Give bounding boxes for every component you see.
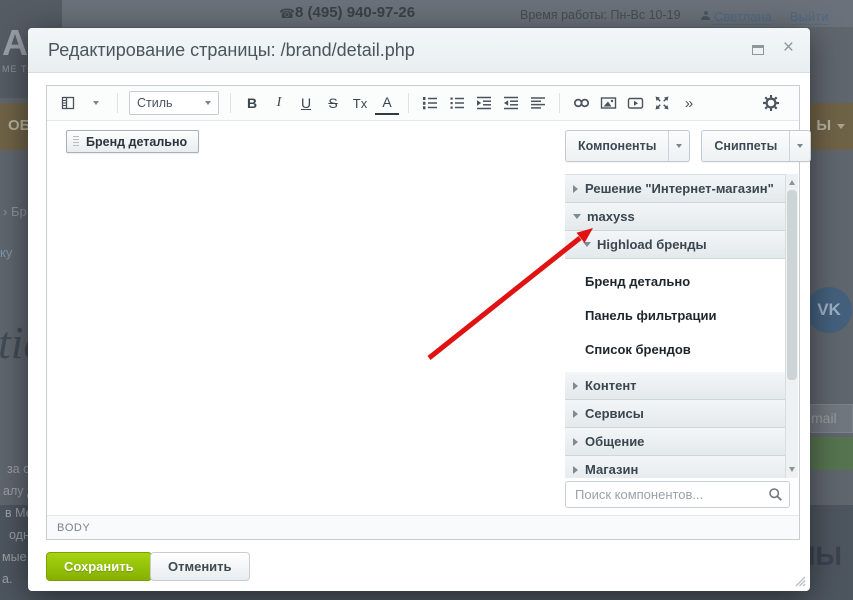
tree-item-brand-list[interactable]: Список брендов — [565, 332, 798, 366]
edit-page-dialog: Редактирование страницы: /brand/detail.p… — [28, 28, 812, 591]
chevron-right-icon — [573, 465, 578, 474]
tree-group-internet-shop[interactable]: Решение "Интернет-магазин" — [565, 175, 798, 203]
tab-snippets[interactable]: Сниппеты — [701, 130, 812, 162]
underline-button[interactable]: U — [294, 91, 318, 115]
chevron-right-icon — [573, 409, 578, 418]
components-panel: Компоненты Сниппеты Решение "Интернет-ма… — [565, 86, 812, 539]
site-work-hours: Время работы: Пн-Вс 10-19 — [520, 8, 681, 22]
scrollbar-thumb[interactable] — [787, 190, 797, 380]
bullet-list-icon[interactable] — [445, 91, 469, 115]
statusbar-body-tab[interactable]: BODY — [57, 522, 90, 534]
site-logout-link: Выйти — [790, 9, 829, 25]
maximize-icon[interactable] — [752, 45, 764, 55]
tree-group-shop[interactable]: Магазин — [565, 456, 798, 478]
chevron-down-icon[interactable] — [668, 131, 689, 161]
cancel-button[interactable]: Отменить — [150, 552, 250, 581]
chevron-down-icon — [573, 214, 581, 219]
site-phone: 8 (495) 940-97-26 — [295, 4, 416, 21]
clear-format-button[interactable]: Tx — [348, 91, 372, 115]
component-chip-label: Бренд детально — [86, 134, 188, 149]
user-icon — [701, 11, 710, 20]
tree-scrollbar[interactable] — [785, 174, 798, 478]
editor-frame: Стиль B I U S Tx A » Бренд детально Комп… — [46, 85, 812, 540]
toolbar-separator — [559, 93, 560, 113]
site-nav-item-right: Ы — [816, 117, 831, 134]
site-user-link: Светлана — [714, 9, 772, 25]
bold-button[interactable]: B — [240, 91, 264, 115]
editor-statusbar: BODY — [47, 515, 799, 539]
site-paragraph-line: а. — [2, 572, 13, 586]
phone-icon: ☎ — [279, 6, 296, 21]
chevron-right-icon — [573, 437, 578, 446]
tree-group-highload-brands[interactable]: Highload бренды — [565, 231, 798, 259]
strikethrough-button[interactable]: S — [321, 91, 345, 115]
search-icon — [769, 488, 782, 501]
chevron-down-icon — [837, 124, 845, 129]
component-tree: Решение "Интернет-магазин" maxyss Highlo… — [565, 174, 798, 478]
toolbar-separator — [117, 93, 118, 113]
tree-group-services[interactable]: Сервисы — [565, 400, 798, 428]
tree-group-communication[interactable]: Общение — [565, 428, 798, 456]
outdent-icon[interactable] — [499, 91, 523, 115]
chevron-down-icon — [583, 242, 591, 247]
panel-tabs: Компоненты Сниппеты — [565, 130, 812, 162]
screen: ☎ 8 (495) 940-97-26 Время работы: Пн-Вс … — [0, 0, 853, 600]
tree-item-brand-detail[interactable]: Бренд детально — [565, 264, 798, 298]
site-breadcrumb: › Бр — [3, 204, 27, 219]
style-select-value: Стиль — [137, 96, 173, 110]
chevron-down-icon[interactable] — [789, 131, 810, 161]
chevron-right-icon — [573, 381, 578, 390]
site-link-fragment: ку — [0, 245, 13, 260]
tab-components[interactable]: Компоненты — [565, 130, 691, 162]
ordered-list-icon[interactable] — [418, 91, 442, 115]
chevron-down-icon — [205, 101, 211, 105]
chevron-right-icon — [573, 184, 578, 193]
resize-grip-icon[interactable] — [794, 575, 806, 587]
scroll-up-icon[interactable] — [789, 180, 795, 185]
italic-button[interactable]: I — [267, 91, 291, 115]
insert-component-icon[interactable] — [57, 91, 81, 115]
component-chip-brand-detail[interactable]: Бренд детально — [66, 130, 200, 153]
text-color-button[interactable]: A — [375, 91, 399, 115]
close-icon[interactable]: × — [783, 37, 794, 59]
toolbar-separator — [408, 93, 409, 113]
toolbar-separator — [230, 93, 231, 113]
dialog-title: Редактирование страницы: /brand/detail.p… — [48, 40, 415, 60]
component-search — [565, 481, 790, 508]
site-email-placeholder: mail — [811, 410, 837, 426]
style-select[interactable]: Стиль — [129, 91, 219, 115]
drag-handle-icon — [73, 136, 79, 147]
align-icon[interactable] — [526, 91, 550, 115]
save-button[interactable]: Сохранить — [46, 552, 152, 581]
component-search-input[interactable] — [565, 481, 790, 508]
dialog-titlebar: Редактирование страницы: /brand/detail.p… — [28, 28, 810, 73]
indent-icon[interactable] — [472, 91, 496, 115]
tree-item-filter-panel[interactable]: Панель фильтрации — [565, 298, 798, 332]
vk-social-icon: VK — [806, 287, 852, 333]
tree-group-maxyss[interactable]: maxyss — [565, 203, 798, 231]
tree-group-content[interactable]: Контент — [565, 372, 798, 400]
insert-component-dropdown[interactable] — [84, 91, 108, 115]
scroll-down-icon[interactable] — [789, 467, 795, 472]
